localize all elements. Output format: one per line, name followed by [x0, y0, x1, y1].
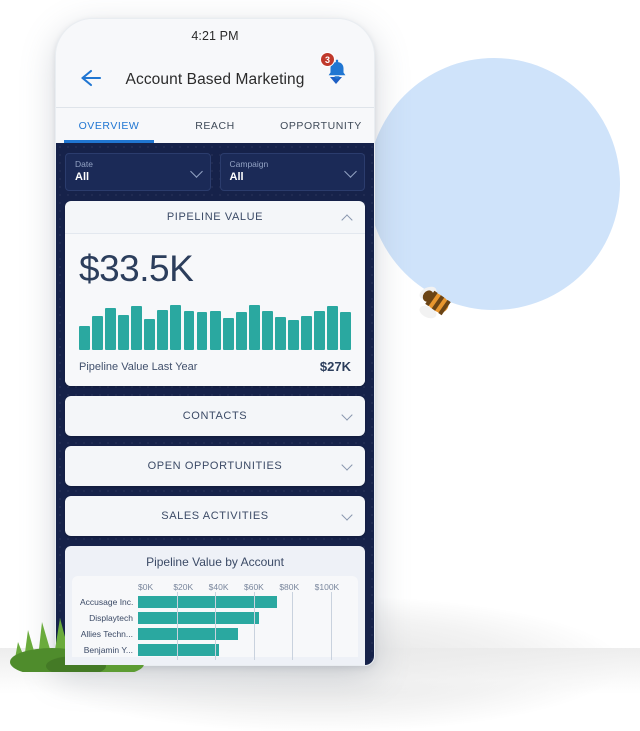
chart-bar-row: Accusage Inc.: [80, 592, 350, 612]
card-pipeline-value: PIPELINE VALUE $33.5K Pipeline Value Las…: [65, 201, 365, 386]
pipeline-sparkline-chart: [79, 304, 352, 350]
chart-bar-fill: [138, 612, 260, 624]
sparkline-bar: [183, 311, 195, 350]
sparkline-bar: [144, 318, 156, 350]
dashboard-body: Date All Campaign All PIPELINE VALUE $33…: [56, 143, 374, 665]
status-time: 4:21 PM: [191, 29, 239, 43]
tab-bar: OVERVIEW REACH OPPORTUNITY: [56, 107, 374, 143]
card-pipeline-value-header[interactable]: PIPELINE VALUE: [65, 201, 365, 234]
chart-bar-fill: [138, 596, 277, 608]
chart-bar-track: [138, 640, 350, 660]
notification-bell-icon[interactable]: 3: [320, 52, 352, 83]
x-axis-tick: $0K: [138, 582, 154, 592]
x-axis-tick: $60K: [243, 582, 264, 592]
chart-bar-row: Allies Techn...: [80, 624, 350, 644]
chart-bar-label: Benjamin Y...: [83, 645, 133, 655]
chart-bar-label: Accusage Inc.: [80, 597, 134, 607]
decorative-blue-circle: [368, 58, 620, 310]
phone-mockup: 4:21 PM Account Based Marketing 3 OVERVI…: [55, 18, 375, 666]
sparkline-bar: [209, 311, 221, 350]
sparkline-bar: [288, 319, 299, 350]
phone-screen: 4:21 PM Account Based Marketing 3 OVERVI…: [56, 19, 374, 665]
chevron-down-icon: [341, 509, 353, 521]
sparkline-bar: [274, 316, 286, 350]
chevron-up-icon: [341, 214, 353, 226]
filter-campaign[interactable]: Campaign All: [219, 153, 365, 191]
card-contacts: CONTACTS: [65, 396, 365, 436]
panel-pipeline-by-account: Pipeline Value by Account $0K $20K $40K $60…: [65, 546, 365, 665]
pipeline-footer-label: Pipeline Value Last Year: [79, 360, 198, 373]
sparkline-bar: [157, 310, 169, 350]
sparkline-bar: [301, 315, 312, 350]
decorative-bee: [414, 282, 460, 324]
filter-campaign-value: All: [229, 171, 244, 183]
chart-x-axis: $0K $20K $40K $60K $80K $100K: [138, 582, 350, 592]
card-pipeline-value-body: $33.5K Pipeline Value Last Year $27K: [65, 234, 365, 386]
filter-date-label: Date: [75, 159, 93, 169]
chart-gridline: [330, 640, 332, 660]
chart-gridline: [253, 640, 255, 660]
card-open-opportunities: OPEN OPPORTUNITIES: [65, 446, 365, 486]
sparkline-bar: [248, 305, 260, 350]
sparkline-bar: [327, 306, 339, 350]
sparkline-bar: [196, 311, 208, 350]
tab-overview[interactable]: OVERVIEW: [56, 108, 162, 143]
app-header: Account Based Marketing 3: [56, 52, 374, 107]
tab-opportunity[interactable]: OPPORTUNITY: [268, 108, 374, 143]
notification-badge: 3: [320, 52, 335, 67]
sparkline-bar: [235, 312, 247, 350]
sparkline-bar: [340, 311, 352, 350]
chart-gridline: [215, 640, 217, 660]
card-sales-activities: SALES ACTIVITIES: [65, 496, 365, 536]
chart-bar-label: Displaytech: [89, 613, 133, 623]
x-axis-tick: $100K: [314, 582, 340, 592]
sparkline-bar: [314, 311, 325, 350]
sparkline-bar: [92, 315, 103, 350]
chart-bar-track: [138, 592, 350, 612]
chart-bar-track: [138, 608, 350, 628]
status-bar: 4:21 PM: [56, 19, 374, 53]
scene: 4:21 PM Account Based Marketing 3 OVERVI…: [0, 0, 640, 731]
filter-date[interactable]: Date All: [65, 153, 211, 191]
x-axis-tick: $40K: [208, 582, 229, 592]
sparkline-bar: [118, 315, 130, 350]
chevron-down-icon: [341, 409, 353, 421]
tab-reach[interactable]: REACH: [162, 108, 268, 143]
filter-date-value: All: [75, 171, 90, 183]
sparkline-bar: [170, 304, 182, 350]
chart-bar-row: Displaytech: [80, 608, 350, 628]
card-open-opportunities-header[interactable]: OPEN OPPORTUNITIES: [65, 446, 365, 486]
x-axis-tick: $80K: [279, 582, 300, 592]
chart-gridline: [292, 640, 294, 660]
pipeline-footer-value: $27K: [319, 359, 351, 374]
card-open-opportunities-title: OPEN OPPORTUNITIES: [147, 460, 283, 472]
pipeline-by-account-chart: $0K $20K $40K $60K $80K $100K Accusage Inc. Di…: [72, 576, 358, 660]
chart-bar-track: [138, 624, 350, 644]
filter-bar: Date All Campaign All: [65, 153, 365, 191]
sparkline-bar: [79, 326, 90, 350]
panel-pipeline-by-account-title: Pipeline Value by Account: [146, 555, 284, 569]
card-sales-activities-title: SALES ACTIVITIES: [161, 510, 269, 522]
chart-gridline: [176, 640, 178, 660]
chart-bar-fill: [138, 644, 219, 656]
filter-campaign-label: Campaign: [229, 159, 269, 169]
chart-bar-rows: Accusage Inc. Displaytech Allies Techn... B…: [80, 592, 350, 660]
chevron-down-icon: [341, 459, 353, 471]
sparkline-bar: [105, 307, 116, 350]
pipeline-value-footer: Pipeline Value Last Year $27K: [79, 359, 351, 376]
back-arrow-icon[interactable]: [78, 67, 104, 89]
card-contacts-title: CONTACTS: [182, 410, 248, 422]
sparkline-bar: [131, 305, 143, 350]
chart-bar-fill: [138, 628, 239, 640]
sparkline-bar: [222, 317, 234, 350]
sparkline-bar: [261, 311, 273, 350]
card-contacts-header[interactable]: CONTACTS: [65, 396, 365, 436]
x-axis-tick: $20K: [173, 582, 194, 592]
pipeline-value-amount: $33.5K: [79, 248, 194, 289]
card-sales-activities-header[interactable]: SALES ACTIVITIES: [65, 496, 365, 536]
chart-bar-label: Allies Techn...: [80, 629, 133, 639]
card-pipeline-value-title: PIPELINE VALUE: [166, 211, 264, 223]
chart-bar-row: Benjamin Y...: [80, 640, 350, 660]
